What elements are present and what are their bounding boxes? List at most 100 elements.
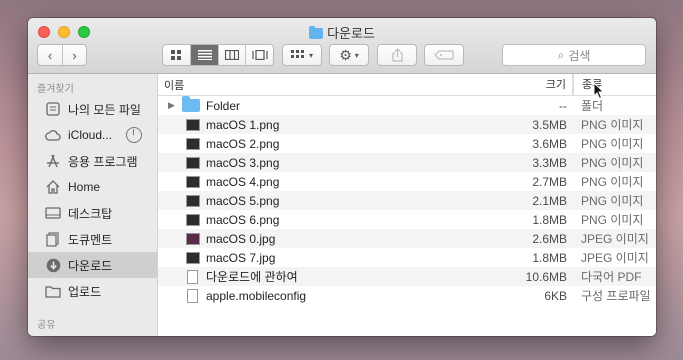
file-name: macOS 6.png — [206, 212, 280, 227]
file-rows: ▶ Folder -- 폴더 macOS 1.png 3.5MB PNG 이미지 — [158, 96, 656, 305]
file-kind: 구성 프로파일 — [581, 289, 651, 303]
image-file-icon — [186, 194, 200, 207]
sidebar-item-label: 응용 프로그램 — [68, 154, 138, 169]
title-bar[interactable]: 다운로드 ‹ › ▾ ⚙ ▾ ⌕ 검색 — [28, 18, 656, 74]
arrange-grid-icon — [290, 50, 304, 58]
share-icon — [391, 48, 403, 62]
desktop-icon — [44, 205, 62, 221]
forward-button[interactable]: › — [62, 45, 86, 65]
list-view-icon — [197, 50, 212, 60]
gallery-view-button[interactable] — [245, 45, 273, 65]
sidebar-item-label: 도큐멘트 — [68, 232, 113, 247]
action-button[interactable]: ⚙ ▾ — [329, 44, 369, 66]
back-button[interactable]: ‹ — [38, 45, 62, 65]
file-size: 3.3MB — [532, 155, 567, 170]
gallery-view-icon — [252, 50, 268, 60]
file-name-cell: ▶ Folder — [158, 96, 500, 113]
file-name-cell: macOS 0.jpg — [158, 232, 500, 246]
sidebar-item-desktop[interactable]: 데스크탑 — [28, 200, 157, 226]
file-name: Folder — [206, 98, 241, 113]
table-row[interactable]: apple.mobileconfig 6KB 구성 프로파일 — [158, 286, 656, 305]
file-name-cell: apple.mobileconfig — [158, 288, 500, 303]
storage-indicator-icon — [126, 127, 143, 143]
arrange-button[interactable]: ▾ — [282, 44, 322, 66]
table-row[interactable]: macOS 2.png 3.6MB PNG 이미지 — [158, 134, 656, 153]
file-size: 2.7MB — [532, 174, 567, 189]
home-icon — [44, 179, 62, 195]
table-row[interactable]: macOS 6.png 1.8MB PNG 이미지 — [158, 210, 656, 229]
table-row[interactable]: ▶ Folder -- 폴더 — [158, 96, 656, 115]
table-row[interactable]: macOS 3.png 3.3MB PNG 이미지 — [158, 153, 656, 172]
chevron-down-icon: ▾ — [354, 50, 359, 60]
file-name-cell: macOS 3.png — [158, 156, 500, 170]
sidebar-item-label: 데스크탑 — [68, 206, 113, 221]
file-size: 10.6MB — [525, 269, 567, 284]
search-icon: ⌕ — [557, 47, 565, 62]
file-name: macOS 5.png — [206, 193, 280, 208]
column-size-header[interactable]: 크기 — [500, 74, 573, 95]
sidebar-item-downloads[interactable]: 다운로드 — [28, 252, 157, 278]
tag-button[interactable] — [424, 44, 464, 66]
file-name-cell: macOS 2.png — [158, 137, 500, 151]
finder-window: 다운로드 ‹ › ▾ ⚙ ▾ ⌕ 검색 즐겨찾기 나의 모든 파일 iCloud… — [28, 18, 656, 336]
sidebar-item-label: iCloud... — [68, 128, 113, 142]
documents-icon — [44, 231, 62, 247]
sidebar-item-all-files[interactable]: 나의 모든 파일 — [28, 96, 157, 122]
share-button[interactable] — [377, 44, 417, 66]
file-list: 이름 크기 종류 ▶ Folder -- 폴더 macOS 1.png 3.5M… — [158, 74, 656, 336]
search-field[interactable]: ⌕ 검색 — [502, 44, 646, 66]
table-row[interactable]: macOS 4.png 2.7MB PNG 이미지 — [158, 172, 656, 191]
file-size: -- — [559, 98, 567, 113]
disclosure-triangle-icon[interactable]: ▶ — [168, 100, 175, 111]
sidebar-item-icloud[interactable]: iCloud... — [28, 122, 157, 148]
file-name: macOS 4.png — [206, 174, 280, 189]
file-size: 2.1MB — [532, 193, 567, 208]
column-name-header[interactable]: 이름 — [158, 77, 500, 93]
downloads-folder-icon — [309, 26, 324, 39]
file-name: macOS 0.jpg — [206, 231, 276, 246]
image-file-icon — [186, 118, 200, 131]
file-name: macOS 3.png — [206, 155, 280, 170]
favorites-header: 즐겨찾기 — [37, 84, 74, 95]
file-size: 1.8MB — [532, 250, 567, 265]
image-file-icon — [186, 213, 200, 226]
image-file-icon — [186, 175, 200, 188]
file-kind: JPEG 이미지 — [581, 251, 649, 265]
image-file-icon — [186, 137, 200, 150]
file-name: macOS 7.jpg — [206, 250, 276, 265]
view-mode-group — [162, 44, 274, 66]
image-file-icon — [186, 232, 200, 245]
chevron-right-icon: › — [72, 47, 77, 63]
table-row[interactable]: 다운로드에 관하여 10.6MB 다국어 PDF — [158, 267, 656, 286]
file-kind: PNG 이미지 — [581, 213, 644, 227]
file-size: 3.5MB — [532, 117, 567, 132]
sidebar-item-home[interactable]: Home — [28, 174, 157, 200]
chevron-down-icon: ▾ — [308, 50, 313, 60]
image-file-icon — [186, 156, 200, 169]
table-row[interactable]: macOS 1.png 3.5MB PNG 이미지 — [158, 115, 656, 134]
table-row[interactable]: macOS 0.jpg 2.6MB JPEG 이미지 — [158, 229, 656, 248]
file-size: 6KB — [544, 288, 567, 303]
sidebar-item-label: 업로드 — [68, 284, 102, 299]
file-size: 2.6MB — [532, 231, 567, 246]
tag-icon — [434, 50, 454, 60]
sidebar-item-documents[interactable]: 도큐멘트 — [28, 226, 157, 252]
gear-icon: ⚙ — [339, 46, 352, 63]
file-name: 다운로드에 관하여 — [206, 270, 298, 284]
table-row[interactable]: macOS 5.png 2.1MB PNG 이미지 — [158, 191, 656, 210]
window-title-text: 다운로드 — [327, 26, 375, 41]
file-name-cell: 다운로드에 관하여 — [158, 268, 500, 285]
list-view-button[interactable] — [190, 45, 218, 65]
file-name-cell: macOS 4.png — [158, 175, 500, 189]
file-size: 3.6MB — [532, 136, 567, 151]
column-kind-header[interactable]: 종류 — [573, 74, 656, 95]
document-file-icon — [187, 269, 198, 284]
file-name-cell: macOS 5.png — [158, 194, 500, 208]
column-view-button[interactable] — [217, 45, 246, 65]
file-kind: 폴더 — [581, 99, 604, 113]
sidebar-item-applications[interactable]: 응용 프로그램 — [28, 148, 157, 174]
sidebar-item-uploads[interactable]: 업로드 — [28, 278, 157, 304]
config-file-icon — [187, 288, 198, 303]
icon-view-button[interactable] — [163, 45, 190, 65]
table-row[interactable]: macOS 7.jpg 1.8MB JPEG 이미지 — [158, 248, 656, 267]
